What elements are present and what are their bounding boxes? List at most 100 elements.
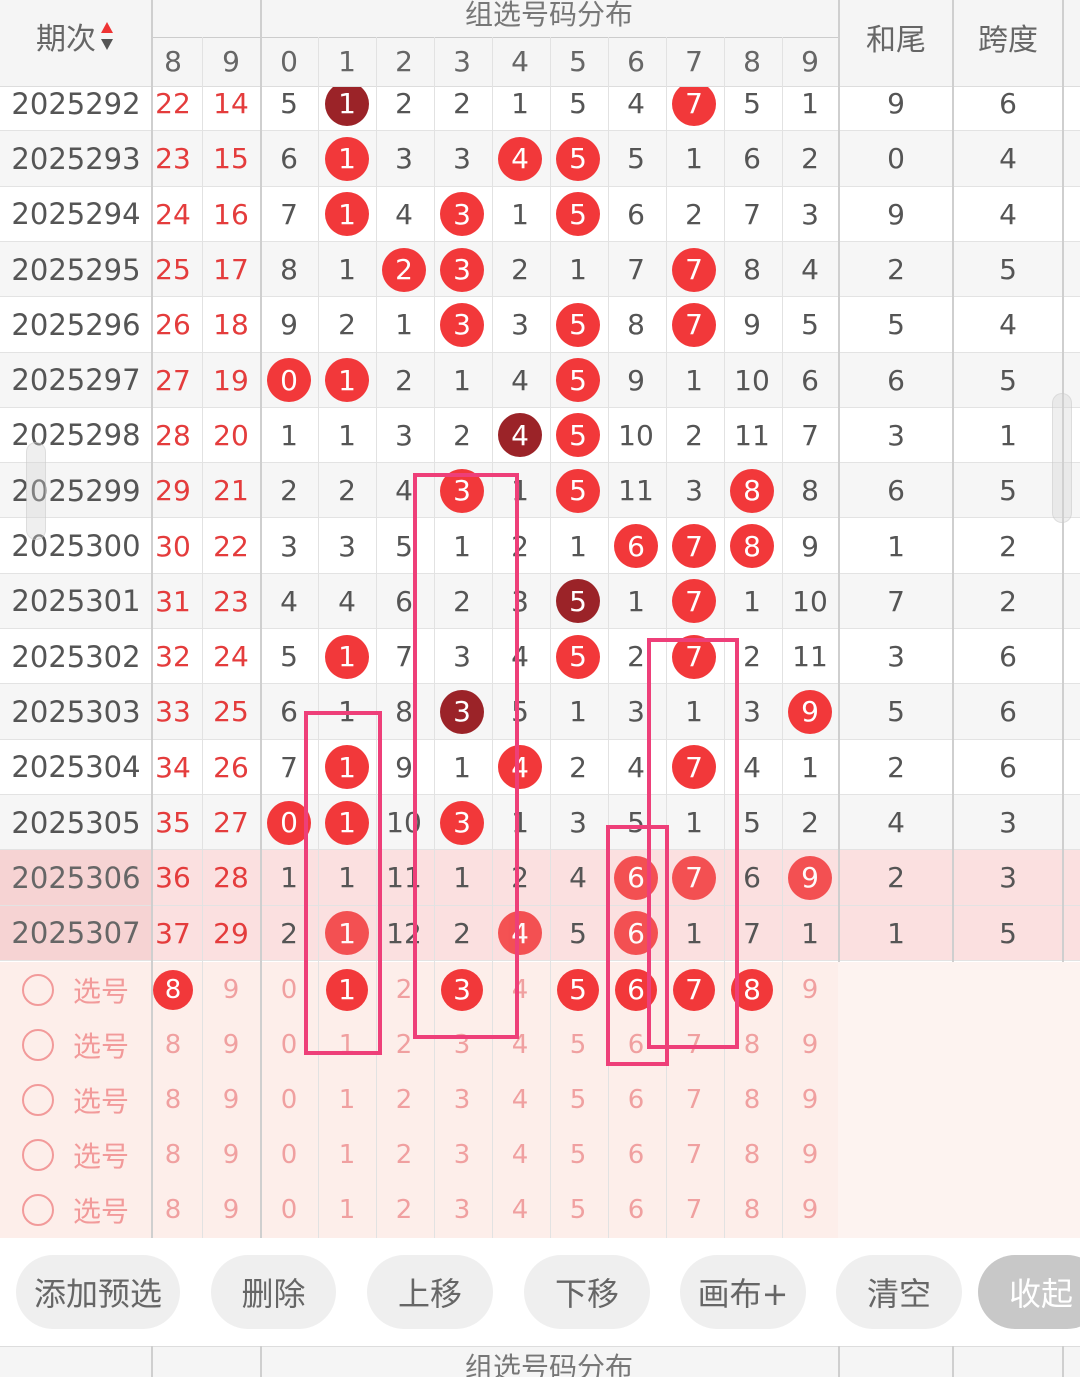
span-cell: 3 [999, 806, 1017, 840]
period-cell: 2025298 [11, 418, 141, 453]
select-number[interactable]: 8 [724, 1135, 780, 1175]
select-number[interactable]: 9 [782, 1190, 838, 1230]
period-cell: 2025297 [11, 363, 141, 398]
select-number[interactable]: 9 [782, 1080, 838, 1120]
omission-cell: 2 [395, 87, 413, 121]
select-radio[interactable] [22, 1028, 54, 1061]
select-number[interactable]: 4 [492, 1080, 548, 1120]
select-label[interactable]: 选号 [66, 970, 136, 1010]
select-number[interactable]: 5 [550, 1190, 606, 1230]
delete-button[interactable]: 删除 [211, 1255, 336, 1329]
select-number[interactable]: 9 [782, 970, 838, 1010]
select-label[interactable]: 选号 [66, 1025, 136, 1065]
header-digit: 6 [627, 44, 645, 78]
select-number[interactable]: 9 [203, 1135, 259, 1175]
select-number[interactable]: 4 [492, 1190, 548, 1230]
select-number[interactable]: 5 [550, 1080, 606, 1120]
select-number[interactable]: 3 [434, 1080, 490, 1120]
omission-cell: 2 [511, 253, 529, 287]
select-radio[interactable] [22, 1084, 54, 1116]
select-number[interactable]: 6 [608, 1190, 664, 1230]
winning-number-ball: 4 [498, 136, 542, 181]
select-number[interactable]: 6 [608, 1135, 664, 1175]
row-divider [0, 959, 1080, 961]
select-number[interactable]: 8 [145, 1135, 201, 1175]
omission-cell: 5 [743, 87, 761, 121]
select-number[interactable]: 1 [319, 1135, 375, 1175]
select-radio[interactable] [22, 973, 54, 1006]
select-number[interactable]: 7 [666, 1135, 722, 1175]
omission-9-cell: 24 [213, 640, 249, 674]
sum-tail-header[interactable]: 和尾 [840, 12, 952, 62]
select-number[interactable]: 3 [434, 1135, 490, 1175]
omission-8-cell: 25 [155, 253, 191, 287]
select-number[interactable]: 9 [782, 1025, 838, 1065]
span-cell: 5 [999, 474, 1017, 508]
selected-number-ball[interactable]: 5 [557, 968, 599, 1011]
select-number[interactable]: 3 [434, 1190, 490, 1230]
select-number[interactable]: 8 [724, 1080, 780, 1120]
clear-button[interactable]: 清空 [836, 1255, 962, 1329]
select-number[interactable]: 0 [261, 1190, 317, 1230]
select-number[interactable]: 5 [550, 1135, 606, 1175]
right-scroll-handle[interactable] [1052, 393, 1072, 523]
select-radio[interactable] [22, 1139, 54, 1172]
sum-tail-cell: 3 [887, 640, 905, 674]
omission-cell: 5 [569, 916, 587, 950]
add-preselect-button[interactable]: 添加预选 [16, 1255, 180, 1329]
select-number[interactable]: 9 [203, 1080, 259, 1120]
select-number[interactable]: 2 [376, 1190, 432, 1230]
select-number[interactable]: 6 [608, 1080, 664, 1120]
omission-cell: 6 [743, 142, 761, 176]
select-number[interactable]: 2 [376, 1080, 432, 1120]
omission-cell: 1 [511, 87, 529, 121]
select-number[interactable]: 5 [550, 1025, 606, 1065]
period-cell: 2025307 [11, 916, 141, 951]
sort-up-down-icon[interactable] [100, 21, 114, 51]
omission-cell: 10 [618, 418, 654, 452]
select-number[interactable]: 9 [203, 1190, 259, 1230]
select-number[interactable]: 7 [666, 1080, 722, 1120]
period-cell: 2025304 [11, 750, 141, 785]
span-header[interactable]: 跨度 [954, 12, 1062, 62]
select-number[interactable]: 9 [782, 1135, 838, 1175]
select-number[interactable]: 9 [203, 1025, 259, 1065]
omission-9-cell: 29 [213, 916, 249, 950]
select-number[interactable]: 4 [492, 1135, 548, 1175]
move-down-button[interactable]: 下移 [524, 1255, 650, 1329]
section-line [260, 0, 262, 1238]
omission-cell: 6 [280, 142, 298, 176]
winning-number-ball: 3 [440, 247, 484, 292]
select-number[interactable]: 7 [666, 1190, 722, 1230]
select-number[interactable]: 8 [145, 1025, 201, 1065]
span-cell: 6 [999, 87, 1017, 121]
move-up-button[interactable]: 上移 [367, 1255, 493, 1329]
selected-number-ball[interactable]: 8 [153, 969, 193, 1010]
footer-line [838, 1346, 840, 1377]
omission-cell: 8 [801, 474, 819, 508]
select-number[interactable]: 0 [261, 1135, 317, 1175]
select-label[interactable]: 选号 [66, 1080, 136, 1120]
omission-cell: 5 [280, 640, 298, 674]
select-number[interactable]: 9 [203, 970, 259, 1010]
left-scroll-handle[interactable] [26, 442, 46, 540]
omission-9-cell: 15 [213, 142, 249, 176]
select-label[interactable]: 选号 [66, 1190, 136, 1230]
span-cell: 6 [999, 695, 1017, 729]
select-number[interactable]: 8 [145, 1190, 201, 1230]
select-number[interactable]: 1 [319, 1190, 375, 1230]
select-label[interactable]: 选号 [66, 1135, 136, 1175]
select-number[interactable]: 0 [261, 1080, 317, 1120]
select-number[interactable]: 2 [376, 1135, 432, 1175]
select-number[interactable]: 8 [724, 1190, 780, 1230]
canvas-plus-button[interactable]: 画布+ [680, 1255, 806, 1329]
select-number[interactable]: 1 [319, 1080, 375, 1120]
omission-cell: 1 [569, 529, 587, 563]
select-number[interactable]: 8 [145, 1080, 201, 1120]
collapse-button[interactable]: 收起 [978, 1255, 1080, 1329]
period-header[interactable]: 期次 [0, 10, 150, 62]
period-cell: 2025294 [11, 197, 141, 232]
omission-9-cell: 14 [213, 87, 249, 121]
omission-8-cell: 29 [155, 474, 191, 508]
winning-number-ball: 5 [556, 136, 600, 181]
